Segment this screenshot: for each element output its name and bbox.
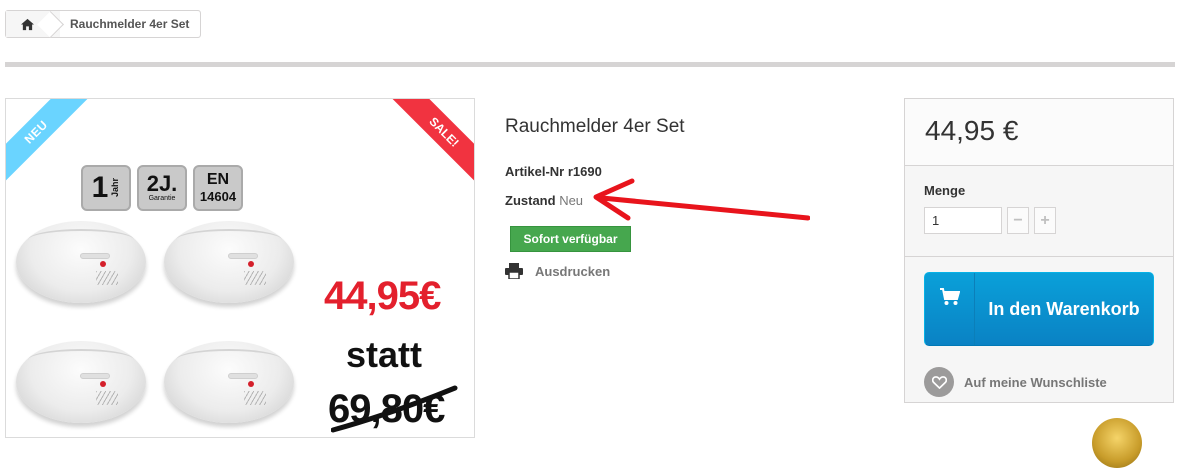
add-to-cart-button[interactable]: In den Warenkorb	[924, 272, 1154, 346]
add-to-cart-label: In den Warenkorb	[988, 299, 1140, 319]
smoke-detector-image	[164, 221, 294, 303]
quantity-plus-button[interactable]: +	[1034, 207, 1056, 234]
quantity-minus-button[interactable]: −	[1007, 207, 1029, 234]
quantity-label: Menge	[924, 183, 966, 198]
wishlist-label: Auf meine Wunschliste	[964, 374, 1107, 390]
trust-seal-icon	[1092, 418, 1142, 468]
norm-badge: EN 14604	[193, 165, 243, 211]
product-condition: Zustand Neu	[505, 193, 584, 208]
availability-badge: Sofort verfügbar	[510, 226, 631, 252]
annotation-arrow	[593, 178, 810, 221]
breadcrumb-current: Rauchmelder 4er Set	[60, 11, 201, 37]
promo-price-new: 44,95€	[324, 274, 441, 318]
home-icon	[20, 18, 34, 30]
wishlist-link[interactable]: Auf meine Wunschliste	[924, 367, 1107, 397]
quantity-section: Menge 1 − +	[905, 166, 1173, 257]
breadcrumb: Rauchmelder 4er Set	[5, 10, 202, 38]
smoke-detector-image	[164, 341, 294, 423]
promo-statt: statt	[346, 334, 423, 375]
product-reference: Artikel-Nr r1690	[505, 164, 602, 179]
breadcrumb-separator	[48, 11, 60, 37]
battery-warranty-badge: 1 Jahr	[81, 165, 131, 211]
feature-badges: 1 Jahr 2J. Garantie EN 14604	[81, 165, 243, 211]
printer-icon	[505, 263, 523, 279]
product-image[interactable]: NEU SALE! 1 Jahr 2J. Garantie EN 14604 44,9…	[5, 98, 475, 438]
trust-section	[904, 402, 1174, 468]
strikethrough-mark	[331, 385, 458, 433]
product-price: 44,95 €	[905, 99, 1173, 166]
warranty-badge: 2J. Garantie	[137, 165, 187, 211]
print-link[interactable]: Ausdrucken	[505, 263, 610, 279]
page-divider	[5, 62, 1175, 67]
product-title: Rauchmelder 4er Set	[505, 116, 685, 137]
heart-icon	[931, 375, 947, 389]
sale-ribbon: SALE!	[388, 99, 474, 188]
smoke-detector-image	[16, 221, 146, 303]
quantity-input[interactable]: 1	[924, 207, 1002, 234]
print-label: Ausdrucken	[535, 263, 611, 279]
buy-box: 44,95 € Menge 1 − + In den Warenkorb Auf…	[904, 98, 1174, 468]
new-ribbon: NEU	[6, 99, 92, 188]
smoke-detector-image	[16, 341, 146, 423]
shopping-cart-icon	[939, 288, 960, 305]
